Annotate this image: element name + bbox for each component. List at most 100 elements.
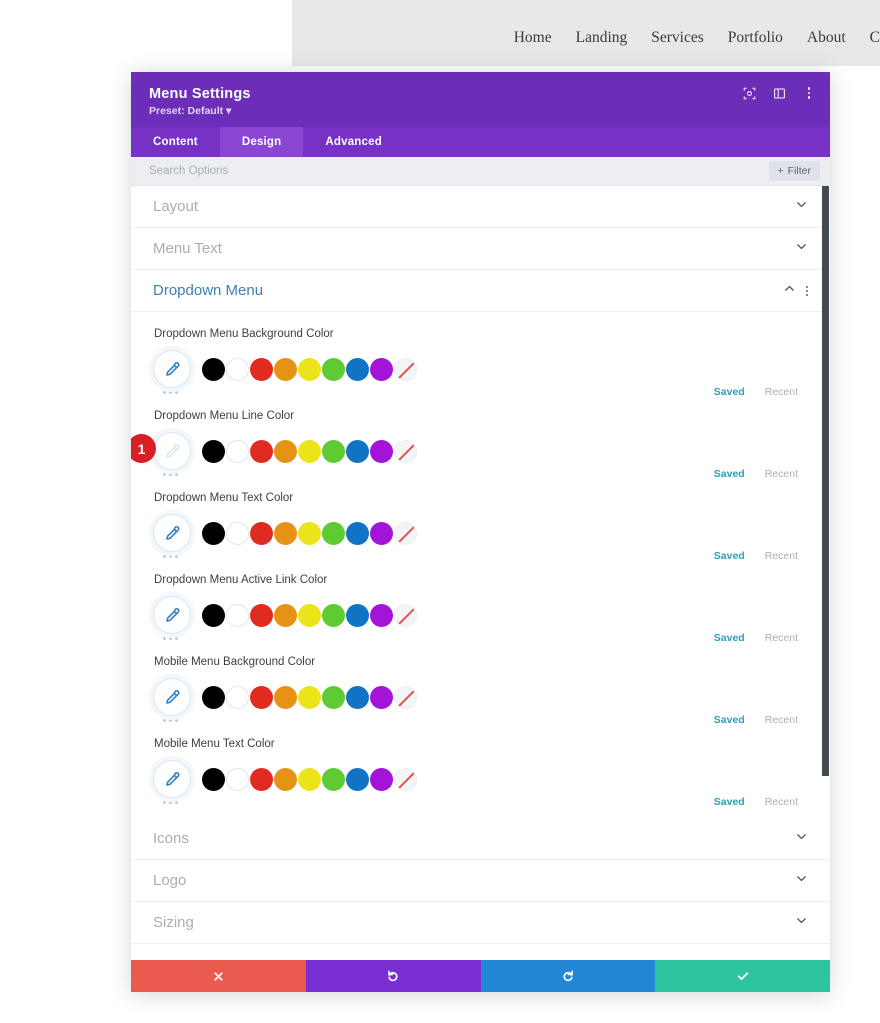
site-nav-item-services[interactable]: Services [651, 29, 704, 47]
color-swatch-red[interactable] [250, 522, 273, 545]
redo-button[interactable] [481, 960, 656, 992]
accordion-layout[interactable]: Layout [131, 186, 830, 228]
color-swatch-red[interactable] [250, 686, 273, 709]
modal-preset-label[interactable]: Preset: Default ▾ [149, 105, 812, 117]
color-swatch-yellow[interactable] [298, 440, 321, 463]
color-swatch-blue[interactable] [346, 604, 369, 627]
eyedropper-button[interactable] [153, 760, 191, 798]
color-swatch-white[interactable] [226, 604, 249, 627]
more-horizontal-icon[interactable] [153, 719, 178, 722]
color-swatch-blue[interactable] [346, 358, 369, 381]
panel-scrollbar-track[interactable] [821, 186, 830, 960]
color-swatch-purple[interactable] [370, 522, 393, 545]
color-swatch-blue[interactable] [346, 522, 369, 545]
color-swatch-none[interactable] [394, 686, 417, 709]
color-swatch-black[interactable] [202, 522, 225, 545]
color-swatch-green[interactable] [322, 440, 345, 463]
undo-button[interactable] [306, 960, 481, 992]
color-swatch-orange[interactable] [274, 522, 297, 545]
color-swatch-none[interactable] [394, 522, 417, 545]
eyedropper-button[interactable] [153, 350, 191, 388]
accordion-dropdown-menu[interactable]: Dropdown Menu [131, 270, 830, 312]
color-swatch-purple[interactable] [370, 768, 393, 791]
site-nav-item-about[interactable]: About [807, 29, 846, 47]
color-swatch-yellow[interactable] [298, 768, 321, 791]
color-swatch-red[interactable] [250, 604, 273, 627]
color-swatch-white[interactable] [226, 358, 249, 381]
color-swatch-none[interactable] [394, 604, 417, 627]
color-swatch-red[interactable] [250, 768, 273, 791]
color-swatch-black[interactable] [202, 686, 225, 709]
color-swatch-none[interactable] [394, 440, 417, 463]
color-swatch-none[interactable] [394, 358, 417, 381]
accordion-sizing[interactable]: Sizing [131, 902, 830, 944]
color-swatch-yellow[interactable] [298, 686, 321, 709]
color-swatch-red[interactable] [250, 440, 273, 463]
color-swatch-orange[interactable] [274, 768, 297, 791]
eyedropper-button[interactable] [153, 678, 191, 716]
color-swatch-purple[interactable] [370, 440, 393, 463]
color-swatch-orange[interactable] [274, 604, 297, 627]
search-input[interactable] [149, 165, 769, 177]
color-swatch-black[interactable] [202, 604, 225, 627]
color-swatch-black[interactable] [202, 768, 225, 791]
color-swatch-white[interactable] [226, 440, 249, 463]
accordion-icons[interactable]: Icons [131, 818, 830, 860]
color-swatch-green[interactable] [322, 358, 345, 381]
cancel-button[interactable] [131, 960, 306, 992]
color-swatch-yellow[interactable] [298, 522, 321, 545]
more-vertical-icon[interactable] [802, 86, 816, 100]
chevron-down-icon[interactable] [795, 198, 808, 216]
color-swatch-none[interactable] [394, 768, 417, 791]
color-swatch-red[interactable] [250, 358, 273, 381]
color-swatch-green[interactable] [322, 768, 345, 791]
panel-scrollbar-thumb[interactable] [822, 186, 829, 776]
color-swatch-orange[interactable] [274, 440, 297, 463]
chevron-down-icon[interactable] [795, 240, 808, 258]
tab-design[interactable]: Design [220, 127, 304, 157]
tab-content[interactable]: Content [131, 127, 220, 157]
color-swatch-blue[interactable] [346, 440, 369, 463]
more-vertical-icon[interactable] [806, 286, 808, 296]
target-icon[interactable] [742, 86, 756, 100]
color-swatch-purple[interactable] [370, 358, 393, 381]
more-horizontal-icon[interactable] [153, 801, 178, 804]
accordion-logo[interactable]: Logo [131, 860, 830, 902]
color-swatch-white[interactable] [226, 522, 249, 545]
color-swatch-purple[interactable] [370, 686, 393, 709]
eyedropper-button[interactable] [153, 596, 191, 634]
color-swatch-blue[interactable] [346, 768, 369, 791]
color-swatch-green[interactable] [322, 604, 345, 627]
color-swatch-white[interactable] [226, 768, 249, 791]
site-nav-item-home[interactable]: Home [514, 29, 552, 47]
more-horizontal-icon[interactable] [153, 391, 178, 394]
color-swatch-blue[interactable] [346, 686, 369, 709]
color-swatch-white[interactable] [226, 686, 249, 709]
more-horizontal-icon[interactable] [153, 637, 178, 640]
site-nav-item-c[interactable]: C [870, 29, 880, 47]
site-nav-item-landing[interactable]: Landing [576, 29, 628, 47]
eyedropper-button[interactable] [153, 432, 191, 470]
save-button[interactable] [655, 960, 830, 992]
color-swatch-orange[interactable] [274, 686, 297, 709]
tab-advanced[interactable]: Advanced [303, 127, 404, 157]
color-swatch-yellow[interactable] [298, 358, 321, 381]
color-swatch-yellow[interactable] [298, 604, 321, 627]
color-swatch-purple[interactable] [370, 604, 393, 627]
color-swatch-black[interactable] [202, 440, 225, 463]
more-horizontal-icon[interactable] [153, 473, 178, 476]
filter-button[interactable]: + Filter [769, 161, 820, 181]
accordion-menu-text[interactable]: Menu Text [131, 228, 830, 270]
eyedropper-button[interactable] [153, 514, 191, 552]
more-horizontal-icon[interactable] [153, 555, 178, 558]
chevron-up-icon[interactable] [783, 282, 796, 300]
color-swatch-black[interactable] [202, 358, 225, 381]
site-nav-item-portfolio[interactable]: Portfolio [728, 29, 783, 47]
color-swatch-orange[interactable] [274, 358, 297, 381]
layout-panel-icon[interactable] [772, 86, 786, 100]
color-swatch-green[interactable] [322, 686, 345, 709]
color-swatch-green[interactable] [322, 522, 345, 545]
chevron-down-icon[interactable] [795, 872, 808, 890]
chevron-down-icon[interactable] [795, 830, 808, 848]
chevron-down-icon[interactable] [795, 914, 808, 932]
